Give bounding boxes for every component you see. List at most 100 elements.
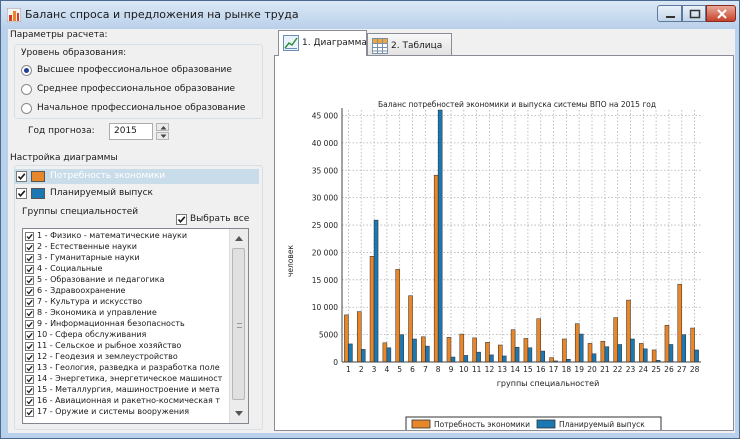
checkbox[interactable]: [25, 243, 34, 252]
legend-label-supply: Планируемый выпуск: [559, 420, 645, 429]
y-tick-label: 35 000: [312, 166, 338, 175]
check-icon: [26, 387, 33, 394]
check-icon: [26, 332, 33, 339]
checkbox[interactable]: [16, 188, 27, 199]
bar-supply: [514, 346, 520, 363]
radio-dot: [21, 103, 32, 114]
x-tick-label: 16: [536, 365, 546, 374]
bar-demand: [369, 256, 375, 363]
app-chart-icon: [7, 8, 21, 22]
tab-table[interactable]: 2. Таблица: [367, 33, 452, 55]
checkbox[interactable]: [25, 298, 34, 307]
bar-demand: [523, 338, 529, 363]
checkbox[interactable]: [25, 408, 34, 417]
group-label: 4 - Социальные: [37, 264, 103, 273]
arrow-down-icon: [160, 134, 167, 138]
bar-demand: [382, 342, 388, 363]
scroll-grip: [237, 323, 242, 328]
spin-down-button[interactable]: [156, 132, 169, 140]
x-tick-label: 8: [436, 365, 441, 374]
groups-scrollbar[interactable]: [229, 229, 248, 423]
checkbox[interactable]: [25, 342, 34, 351]
scroll-thumb[interactable]: [232, 248, 245, 400]
check-icon: [26, 376, 33, 383]
checkbox[interactable]: [25, 254, 34, 263]
checkbox[interactable]: [25, 364, 34, 373]
bar-supply: [540, 350, 545, 363]
minimize-button[interactable]: [657, 5, 682, 22]
checkbox[interactable]: [176, 214, 187, 225]
chart-settings-title: Настройка диаграммы: [10, 153, 118, 163]
chart-legend: Потребность экономики Планируемый выпуск: [405, 416, 662, 432]
series-toggle-demand[interactable]: Потребность экономики: [14, 169, 259, 184]
check-icon: [26, 244, 33, 251]
bar-demand: [626, 299, 631, 363]
bar-demand: [446, 337, 452, 363]
select-all-checkbox[interactable]: Выбрать все: [176, 213, 250, 227]
bar-demand: [639, 343, 644, 363]
checkbox[interactable]: [25, 232, 34, 241]
x-tick-label: 21: [600, 365, 610, 374]
group-label: 8 - Экономика и управление: [37, 308, 157, 317]
x-tick-label: 25: [651, 365, 661, 374]
y-tick-label: 45 000: [312, 111, 338, 120]
bar-demand: [536, 318, 541, 363]
maximize-button[interactable]: [682, 5, 706, 22]
window-title: Баланс спроса и предложения на рынке тру…: [25, 8, 299, 21]
client-area: Параметры расчета: Уровень образования: …: [8, 29, 735, 433]
radio-label: Начальное профессиональное образование: [37, 103, 246, 113]
bar-demand: [562, 338, 567, 363]
check-icon: [26, 233, 33, 240]
chart-icon: [283, 35, 299, 51]
x-tick-label: 9: [449, 365, 454, 374]
legend-swatch-supply: [536, 419, 556, 429]
checkbox[interactable]: [16, 171, 27, 182]
tab-diagram[interactable]: 1. Диаграмма: [278, 30, 367, 56]
bar-demand: [408, 295, 413, 363]
bar-supply: [412, 338, 417, 363]
x-tick-label: 23: [626, 365, 636, 374]
group-label: 7 - Культура и искусство: [37, 297, 143, 306]
table-icon: [372, 38, 388, 54]
scroll-up-icon[interactable]: [235, 236, 243, 241]
x-tick-label: 24: [639, 365, 649, 374]
check-icon: [26, 321, 33, 328]
checkbox[interactable]: [25, 265, 34, 274]
legend-swatch-demand: [411, 419, 431, 429]
checkbox[interactable]: [25, 309, 34, 318]
series-toggle-supply[interactable]: Планируемый выпуск: [14, 186, 259, 201]
year-spinner[interactable]: 2015: [109, 123, 169, 140]
group-label: 5 - Образование и педагогика: [37, 275, 165, 284]
minimize-icon: [666, 16, 675, 18]
series-label: Планируемый выпуск: [50, 188, 153, 198]
bar-supply: [489, 354, 494, 363]
checkbox[interactable]: [25, 397, 34, 406]
close-button[interactable]: [706, 5, 736, 22]
bar-demand: [344, 314, 349, 363]
check-icon: [26, 277, 33, 284]
checkbox[interactable]: [25, 386, 34, 395]
checkbox[interactable]: [25, 276, 34, 285]
scroll-down-icon[interactable]: [235, 411, 243, 416]
balance-chart: Баланс потребностей экономики и выпуска …: [286, 100, 701, 432]
checkbox[interactable]: [25, 287, 34, 296]
checkbox[interactable]: [25, 320, 34, 329]
groups-list[interactable]: 1 - Физико - математические науки 2 - Ест…: [22, 228, 249, 424]
bar-demand: [587, 343, 593, 363]
app-window: Баланс спроса и предложения на рынке тру…: [0, 0, 740, 439]
bar-supply: [450, 356, 456, 363]
spin-up-button[interactable]: [156, 123, 169, 131]
group-label: 16 - Авиационная и ракетно-космическая т: [37, 396, 221, 405]
checkbox[interactable]: [25, 353, 34, 362]
checkbox[interactable]: [25, 375, 34, 384]
title-bar: Баланс спроса и предложения на рынке тру…: [1, 1, 739, 29]
bar-supply: [668, 344, 674, 363]
group-label: 6 - Здравоохранение: [37, 286, 126, 295]
check-icon: [26, 310, 33, 317]
bar-demand: [459, 333, 465, 363]
arrow-up-icon: [160, 126, 167, 130]
group-label: 13 - Геология, разведка и разработка пол…: [37, 363, 220, 372]
y-tick-label: 0: [333, 358, 338, 367]
checkbox[interactable]: [25, 331, 34, 340]
bar-demand: [600, 340, 606, 363]
